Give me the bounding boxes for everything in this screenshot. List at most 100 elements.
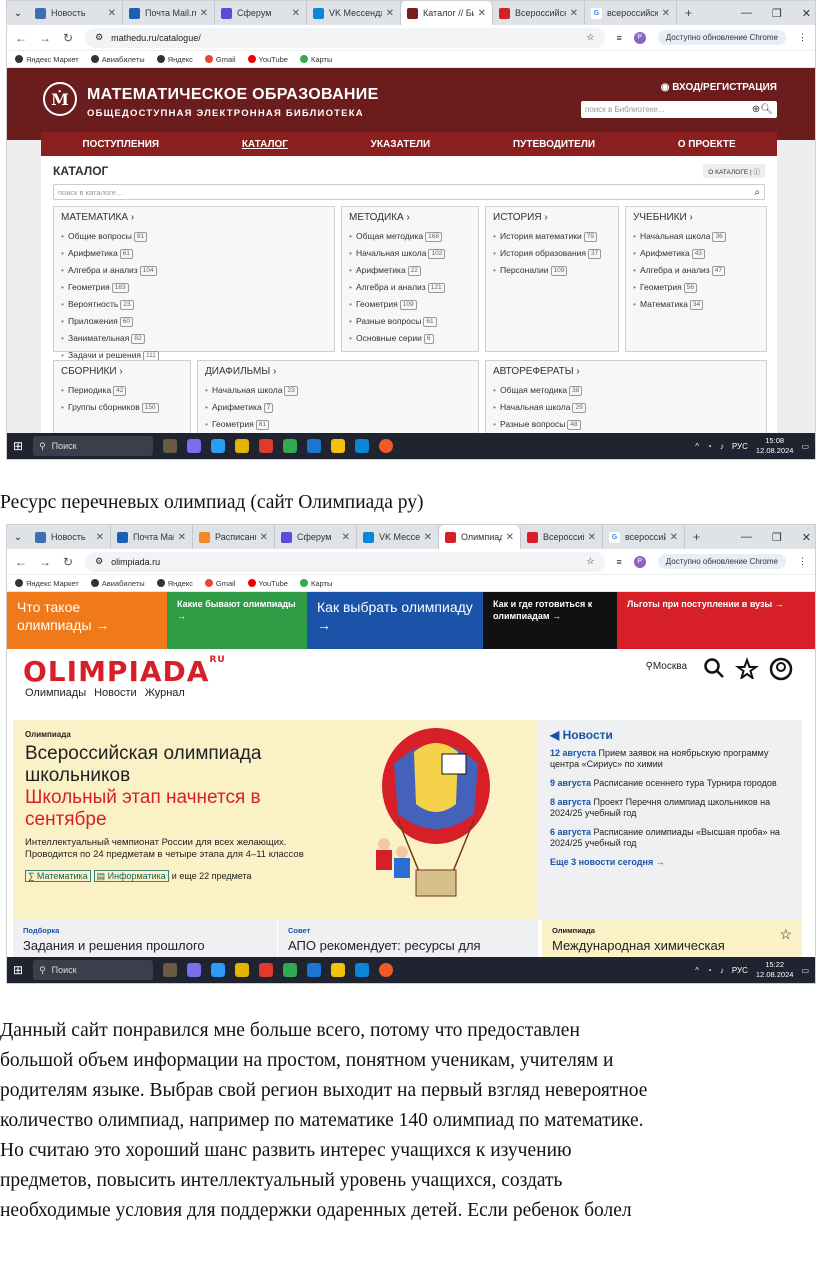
search-icon[interactable]: ⌕ [754,187,760,198]
browser-tab[interactable]: Почта Mail.r ✕ [111,525,193,549]
reload-icon[interactable]: ↻ [63,31,73,45]
catalog-link[interactable]: Общая методика168 [349,228,473,245]
catalog-link[interactable]: Начальная школа23 [205,382,347,399]
app-icon[interactable] [307,963,322,977]
site-info-icon[interactable]: ⚙ [95,32,103,43]
notifications-icon[interactable]: ▭ [801,966,809,975]
catalog-link[interactable]: Занимательная82 [61,330,191,347]
app-icon[interactable] [187,963,202,977]
back-arrow-icon[interactable]: ← [15,31,27,45]
catalog-link[interactable]: Математика34 [633,296,763,313]
tab-search-chevron-icon[interactable]: ⌄ [7,8,29,19]
reload-icon[interactable]: ↻ [63,555,73,569]
app-icon[interactable] [211,963,226,977]
catalog-link[interactable]: Арифметика7 [205,399,347,416]
tab-close-icon[interactable]: ✕ [260,532,268,543]
yandex-browser-icon[interactable] [259,963,274,977]
nav-item[interactable]: КАТАЛОГ [242,139,288,150]
restore-icon[interactable]: ❐ [772,531,782,544]
catalog-link[interactable]: Геометрия81 [205,416,335,433]
promo-banner[interactable]: Льготы при поступлении в вузы → [617,592,815,649]
sparkle-star-icon[interactable] [735,657,759,679]
menu-dots-icon[interactable]: ⋮ [798,556,807,567]
forward-arrow-icon[interactable]: → [39,31,51,45]
tab-close-icon[interactable]: ✕ [506,532,514,543]
promo-banner[interactable]: Что такое олимпиады → [7,592,167,649]
subnav-link[interactable]: Новости [94,687,137,699]
news-heading[interactable]: ◀ Новости [550,728,790,742]
volume-icon[interactable]: ♪ [720,966,724,975]
folder-icon[interactable] [235,963,250,977]
catalog-link[interactable]: История образования37 [493,245,617,262]
catalog-link[interactable]: Арифметика43 [633,245,763,262]
yandex-icon[interactable] [379,963,394,977]
browser-tab[interactable]: Gвсероссийс ✕ [603,525,685,549]
taskbar-search[interactable]: ⚲ Поиск [33,436,154,456]
hero-banner[interactable]: Олимпиада Всероссийская олимпиада школьн… [13,720,538,920]
mathedu-logo-icon[interactable]: Ṁ [43,82,77,116]
browser-tab[interactable]: Олимпиады ✕ [439,525,521,549]
bottom-card[interactable]: Совет АПО рекомендует: ресурсы для [278,920,538,957]
olimpiada-logo[interactable]: OLIMPIADARU [23,655,226,688]
catalog-link[interactable]: Начальная школа36 [633,228,763,245]
news-item[interactable]: 8 августа Проект Перечня олимпиад школьн… [550,797,790,819]
subnav-link[interactable]: Журнал [145,687,185,699]
new-tab-plus-icon[interactable]: + [677,6,700,20]
news-item[interactable]: 12 августа Прием заявок на ноябрьскую пр… [550,748,790,770]
bookmark-item[interactable]: Авиабилеты [90,54,145,64]
nav-item[interactable]: ПУТЕВОДИТЕЛИ [513,139,595,150]
bookmark-item[interactable]: Яндекс [156,54,193,64]
tab-close-icon[interactable]: ✕ [478,8,486,19]
bookmark-item[interactable]: Авиабилеты [90,578,145,588]
close-window-icon[interactable]: ✕ [802,531,811,544]
catalog-link[interactable]: Приложения60 [61,313,191,330]
mail-icon[interactable] [355,963,370,977]
tab-close-icon[interactable]: ✕ [292,8,300,19]
bookmark-star-icon[interactable]: ☆ [586,556,594,567]
close-window-icon[interactable]: ✕ [802,7,811,20]
section-title[interactable]: ИСТОРИЯ › [493,212,611,223]
browser-tab[interactable]: Сферум ✕ [215,1,307,25]
bookmark-item[interactable]: Яндекс Маркет [15,578,79,588]
catalog-link[interactable]: Арифметика61 [61,245,203,262]
volume-icon[interactable]: ♪ [720,442,724,451]
menu-dots-icon[interactable]: ⋮ [798,32,807,43]
folder-icon[interactable] [235,439,250,453]
section-title[interactable]: АВТОРЕФЕРАТЫ › [493,366,759,377]
mail-icon[interactable] [355,439,370,453]
browser-tab[interactable]: Gвсероссийская ✕ [585,1,677,25]
catalog-link[interactable]: Геометрия56 [633,279,763,296]
restore-icon[interactable]: ❐ [772,7,782,20]
tab-close-icon[interactable]: ✕ [588,532,596,543]
update-chrome-button[interactable]: Доступно обновление Chrome [657,30,786,45]
catalog-link[interactable]: Арифметика22 [349,262,473,279]
yandex-icon[interactable] [379,439,394,453]
app-icon[interactable] [331,963,346,977]
catalog-link[interactable]: Вероятность23 [61,296,203,313]
bookmark-item[interactable]: Gmail [204,578,236,588]
profile-icon[interactable] [769,657,793,681]
app-icon[interactable] [307,439,322,453]
section-title[interactable]: ДИАФИЛЬМЫ › [205,366,471,377]
reading-list-icon[interactable]: ≡ [617,33,622,43]
bottom-card[interactable]: Олимпиада Международная химическая ☆ [542,920,802,957]
promo-banner[interactable]: Какие бывают олимпиады → [167,592,307,649]
site-info-icon[interactable]: ⚙ [95,556,103,567]
catalog-link[interactable]: История математики79 [493,228,617,245]
more-news-link[interactable]: Еще 3 новости сегодня → [550,857,790,867]
tab-close-icon[interactable]: ✕ [570,8,578,19]
language-indicator[interactable]: РУС [732,966,748,975]
catalog-link[interactable]: Геометрия109 [349,296,473,313]
forward-arrow-icon[interactable]: → [39,555,51,569]
browser-tab[interactable]: Всероссийская ✕ [493,1,585,25]
informatics-chip[interactable]: ▤ Информатика [93,870,169,882]
bookmark-item[interactable]: Яндекс [156,578,193,588]
windows-start-icon[interactable]: ⊞ [13,963,23,977]
tab-close-icon[interactable]: ✕ [670,532,678,543]
windows-start-icon[interactable]: ⊞ [13,439,23,453]
reading-list-icon[interactable]: ≡ [617,557,622,567]
browser-tab[interactable]: Новость ✕ [29,1,123,25]
wifi-icon[interactable]: ◔ [707,966,712,975]
search-icon[interactable]: ⊕🔍︎ [752,104,773,115]
promo-banner[interactable]: Как выбрать олимпиаду → [307,592,483,649]
